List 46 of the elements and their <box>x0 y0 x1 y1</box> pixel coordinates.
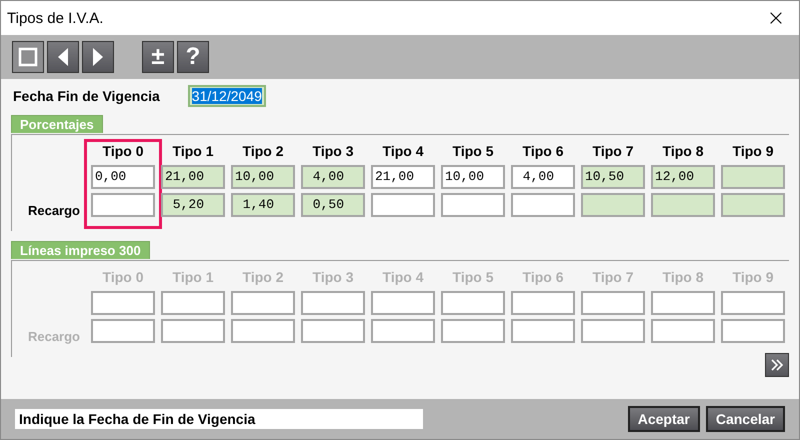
column-header: Tipo 9 <box>732 269 774 287</box>
column-header: Tipo 6 <box>522 269 564 287</box>
input-field[interactable]: 0,00 <box>91 165 155 189</box>
column-header: Tipo 4 <box>382 143 424 161</box>
cancel-button[interactable]: Cancelar <box>706 406 785 432</box>
toolbar-button[interactable]: ± <box>142 41 174 73</box>
input-field[interactable] <box>371 193 435 217</box>
column-header: Tipo 8 <box>662 269 704 287</box>
next-page-button[interactable] <box>765 353 789 377</box>
column-header: Tipo 3 <box>312 269 354 287</box>
window-title: Tipos de I.V.A. <box>7 10 104 26</box>
close-button[interactable]: × <box>753 1 799 35</box>
date-field[interactable]: 31/12/2049 <box>188 85 266 107</box>
next-button[interactable] <box>82 41 114 73</box>
row-label: Recargo <box>28 203 80 218</box>
accept-button[interactable]: Aceptar <box>628 406 700 432</box>
input-field[interactable] <box>441 193 505 217</box>
status-field: Indique la Fecha de Fin de Vigencia <box>15 409 423 429</box>
column-header: Tipo 1 <box>172 269 214 287</box>
previous-button[interactable] <box>47 41 79 73</box>
column-header: Tipo 2 <box>242 143 284 161</box>
column-header: Tipo 6 <box>522 143 564 161</box>
field-label: Fecha Fin de Vigencia <box>13 88 160 104</box>
column-header: Tipo 5 <box>452 143 494 161</box>
column-header: Tipo 9 <box>732 143 774 161</box>
column-header: Tipo 0 <box>102 269 144 287</box>
column-header: Tipo 2 <box>242 269 284 287</box>
square-icon <box>18 47 38 67</box>
column-header: Tipo 4 <box>382 269 424 287</box>
column-header: Tipo 8 <box>662 143 704 161</box>
column-header: Tipo 7 <box>592 143 634 161</box>
toolbar-button[interactable]: ? <box>177 41 209 73</box>
row-label: Recargo <box>28 329 80 344</box>
input-field[interactable]: 21,00 <box>371 165 435 189</box>
column-header: Tipo 0 <box>102 143 144 161</box>
column-header: Tipo 1 <box>172 143 214 161</box>
input-field[interactable] <box>91 193 155 217</box>
column-header: Tipo 7 <box>592 269 634 287</box>
right-triangle-icon <box>92 47 104 67</box>
input-field[interactable] <box>511 193 575 217</box>
column-header: Tipo 3 <box>312 143 354 161</box>
column-header: Tipo 5 <box>452 269 494 287</box>
input-field[interactable]: 10,00 <box>441 165 505 189</box>
double-chevron-icon <box>770 358 784 372</box>
left-triangle-icon <box>57 47 69 67</box>
input-field[interactable]: 4,00 <box>511 165 575 189</box>
